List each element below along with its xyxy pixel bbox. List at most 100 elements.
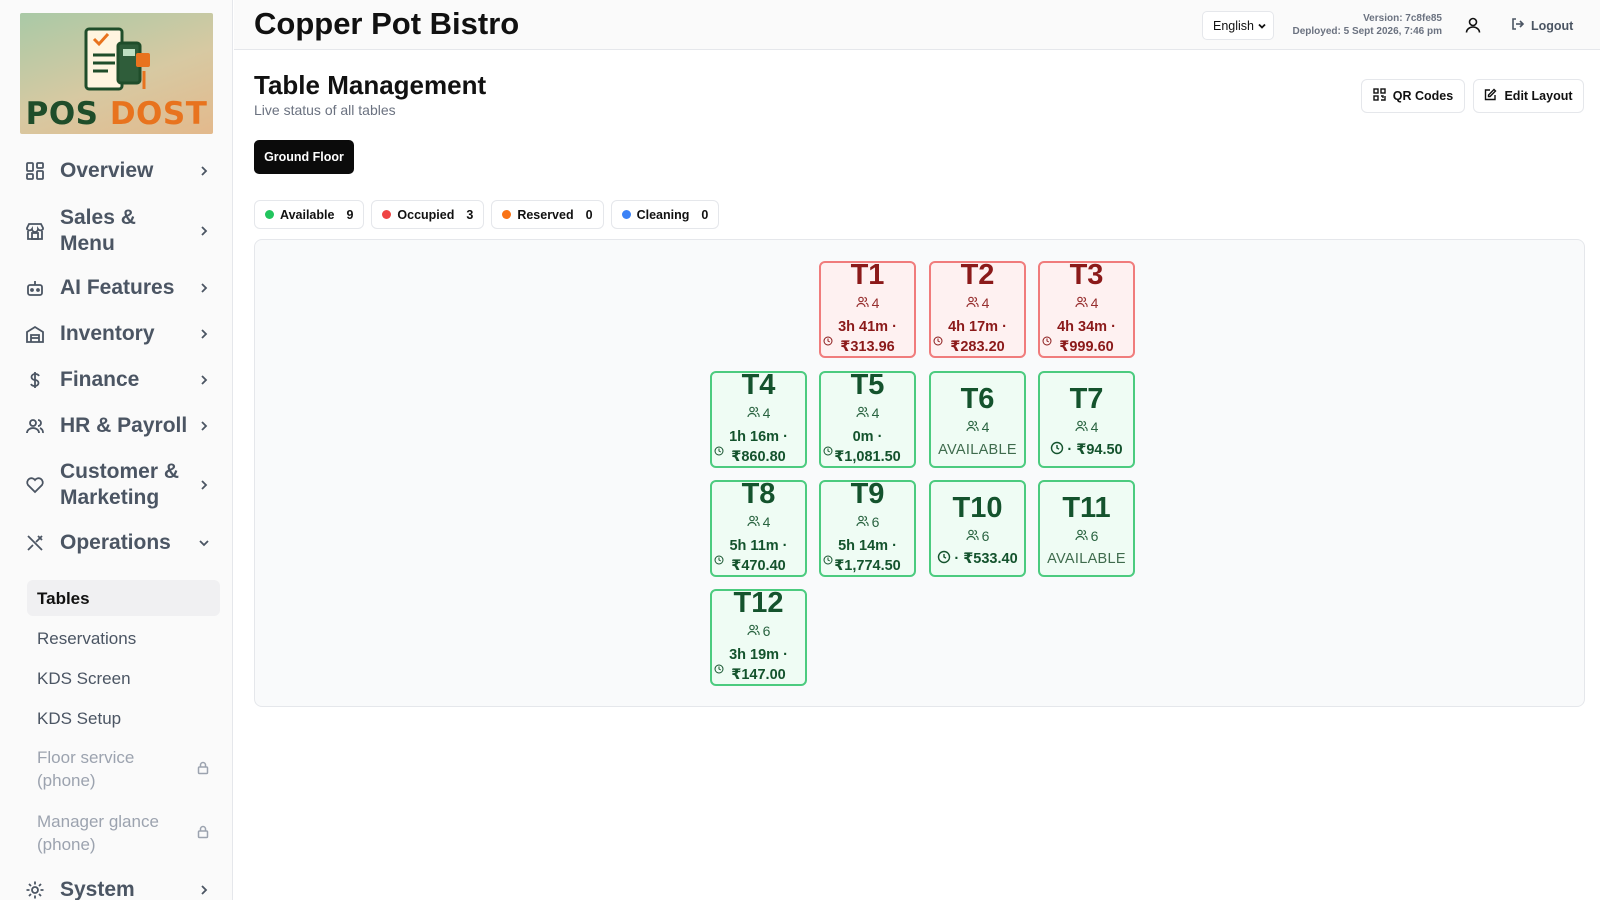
table-t6[interactable]: T6 4 AVAILABLE — [929, 371, 1026, 468]
store-icon — [23, 219, 47, 243]
table-amount: ₹1,774.50 — [834, 558, 901, 574]
table-name: T7 — [1069, 383, 1104, 415]
table-name: T4 — [741, 369, 776, 401]
sidebar-item-label: Finance — [60, 368, 140, 391]
logout-icon — [1511, 17, 1525, 34]
table-t11[interactable]: T11 6 AVAILABLE — [1038, 480, 1135, 577]
sidebar-item-label: Operations — [60, 531, 171, 554]
table-t3[interactable]: T3 4 4h 34m · ₹999.60 — [1038, 259, 1135, 358]
version-info: Version: 7c8fe85 Deployed: 5 Sept 2026, … — [1292, 12, 1442, 38]
clock-icon — [714, 443, 724, 461]
sidebar-item-label: AI Features — [60, 276, 175, 299]
sidebar-item-finance[interactable]: Finance — [16, 367, 216, 393]
warehouse-icon — [23, 322, 47, 346]
dollar-icon — [23, 368, 47, 392]
status-dot — [502, 210, 512, 219]
legend-reserved: Reserved 0 — [491, 200, 604, 229]
logo-text-pos: POS — [25, 96, 99, 132]
sidebar-item-sales-menu[interactable]: Sales & Menu — [16, 205, 216, 257]
sidebar-item-system[interactable]: System — [16, 877, 216, 900]
status-dot — [382, 210, 392, 219]
table-t12[interactable]: T12 6 3h 19m · ₹147.00 — [710, 588, 807, 686]
sidebar-subitem-tables[interactable]: Tables — [27, 580, 220, 616]
legend-count: 9 — [346, 207, 354, 222]
pos-dost-logo[interactable]: POS DOST — [20, 13, 213, 134]
table-t7[interactable]: T7 4 · ₹94.50 — [1038, 371, 1135, 468]
chevron-right-icon — [194, 475, 214, 495]
table-seats: 4 — [981, 419, 990, 435]
sidebar-subitem-kds-screen[interactable]: KDS Screen — [27, 667, 220, 690]
table-t10[interactable]: T10 6 · ₹533.40 — [929, 480, 1026, 577]
utensils-icon — [23, 531, 47, 555]
users-icon — [746, 405, 760, 421]
table-seats: 4 — [762, 514, 771, 530]
gear-icon — [23, 878, 47, 900]
lock-icon — [196, 822, 210, 845]
sidebar-item-label: Customer & Marketing — [60, 460, 180, 509]
table-name: T2 — [960, 259, 995, 291]
users-icon — [855, 405, 869, 421]
table-time: 5h 11m · — [729, 538, 788, 554]
table-name: T3 — [1069, 259, 1104, 291]
sidebar-item-inventory[interactable]: Inventory — [16, 321, 216, 347]
chevron-right-icon — [194, 324, 214, 344]
table-seats: 4 — [981, 295, 990, 311]
sidebar-item-label: Overview — [60, 159, 154, 182]
chevron-right-icon — [194, 880, 214, 900]
floor-tab-ground[interactable]: Ground Floor — [254, 140, 354, 174]
users-icon — [965, 295, 979, 311]
table-t8[interactable]: T8 4 5h 11m · ₹470.40 — [710, 478, 807, 577]
legend-count: 0 — [701, 207, 709, 222]
receipt-icon — [84, 27, 150, 91]
bot-icon — [23, 276, 47, 300]
table-time: 4h 34m · — [1057, 319, 1116, 335]
table-t4[interactable]: T4 4 1h 16m · ₹860.80 — [710, 369, 807, 468]
table-seats: 4 — [871, 405, 880, 421]
deployed-label: Deployed: 5 Sept 2026, 7:46 pm — [1292, 26, 1442, 37]
language-value: English — [1213, 18, 1254, 33]
sidebar-subitem-kds-setup[interactable]: KDS Setup — [27, 707, 220, 730]
edit-layout-button[interactable]: Edit Layout — [1473, 79, 1584, 113]
sidebar-item-hr-payroll[interactable]: HR & Payroll — [16, 413, 216, 439]
table-name: T5 — [850, 369, 885, 401]
table-amount: ₹283.20 — [950, 339, 1005, 355]
table-t2[interactable]: T2 4 4h 17m · ₹283.20 — [929, 259, 1026, 358]
table-name: T8 — [741, 478, 776, 510]
chevron-down-icon — [194, 533, 214, 553]
sidebar-item-operations[interactable]: Operations — [16, 530, 216, 556]
sidebar-subitem-reservations[interactable]: Reservations — [27, 627, 220, 650]
version-label: Version: 7c8fe85 — [1363, 13, 1442, 24]
sidebar-subitem-label: Manager glance (phone) — [37, 812, 159, 854]
language-select[interactable]: English — [1202, 11, 1274, 40]
sidebar-item-customer-marketing[interactable]: Customer & Marketing — [16, 459, 216, 511]
qr-codes-label: QR Codes — [1392, 89, 1454, 103]
user-icon[interactable] — [1464, 16, 1482, 39]
legend-label: Available — [280, 207, 335, 222]
table-amount: ₹470.40 — [731, 558, 786, 574]
table-t5[interactable]: T5 4 0m · ₹1,081.50 — [819, 369, 916, 468]
table-time: 0m · — [852, 429, 883, 445]
legend-label: Cleaning — [636, 207, 690, 222]
table-time: 4h 17m · — [948, 319, 1007, 335]
sidebar-item-label: HR & Payroll — [60, 414, 188, 437]
table-t1[interactable]: T1 4 3h 41m · ₹313.96 — [819, 260, 916, 358]
logout-label: Logout — [1531, 18, 1574, 33]
sidebar-item-overview[interactable]: Overview — [16, 158, 216, 184]
page-title: Table Management — [254, 70, 487, 100]
page-subtitle: Live status of all tables — [254, 102, 396, 118]
sidebar-item-label: Inventory — [60, 322, 155, 345]
clock-icon — [937, 550, 951, 568]
logout-button[interactable]: Logout — [1511, 17, 1573, 34]
users-icon — [746, 514, 760, 530]
table-t9[interactable]: T9 6 5h 14m · ₹1,774.50 — [819, 479, 916, 577]
table-amount: ₹860.80 — [731, 449, 786, 465]
table-amount: · ₹533.40 — [954, 551, 1018, 567]
table-name: T11 — [1062, 492, 1111, 524]
sidebar-item-ai-features[interactable]: AI Features — [16, 275, 216, 301]
table-amount: ₹313.96 — [840, 339, 895, 355]
qr-codes-button[interactable]: QR Codes — [1361, 79, 1465, 113]
sidebar-subitem-label: Floor service (phone) — [37, 748, 135, 790]
table-amount: ₹999.60 — [1059, 339, 1114, 355]
qr-code-icon — [1373, 88, 1386, 104]
sidebar-subitem-manager-glance: Manager glance (phone) — [27, 810, 220, 858]
